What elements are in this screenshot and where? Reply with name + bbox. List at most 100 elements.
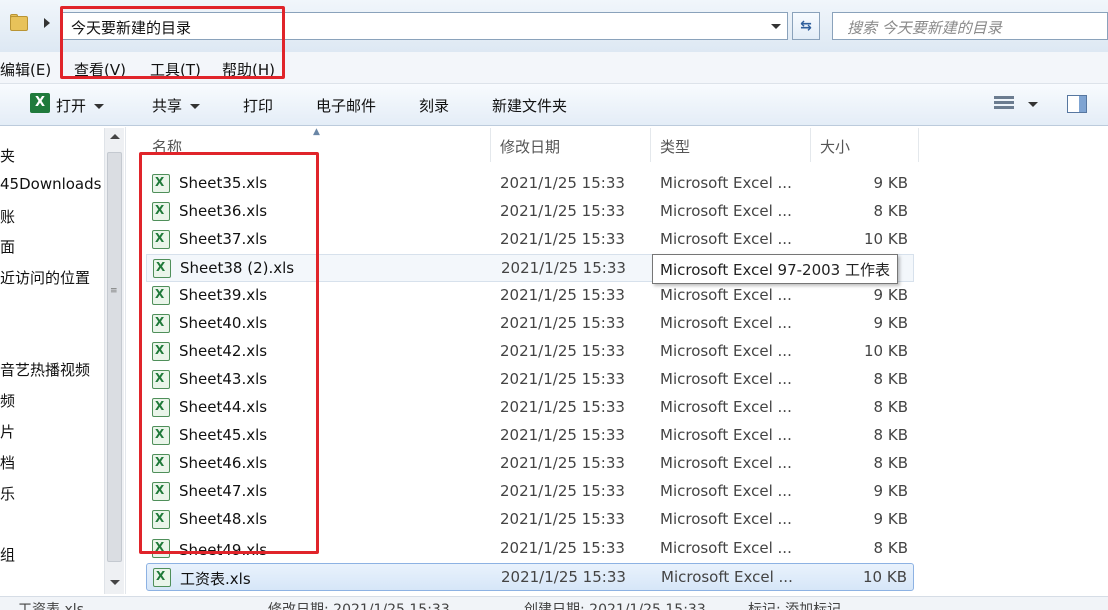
share-label: 共享: [152, 97, 183, 115]
column-header-type[interactable]: 类型: [660, 136, 690, 157]
chevron-down-icon: [94, 104, 105, 109]
annotation-box-address: [60, 6, 285, 79]
file-date: 2021/1/25 15:33: [501, 568, 626, 586]
nav-item[interactable]: 组: [0, 544, 15, 565]
view-options-icon[interactable]: [994, 96, 1014, 112]
file-size: 8 KB: [873, 202, 908, 220]
nav-item[interactable]: 片: [0, 421, 15, 442]
column-header-size[interactable]: 大小: [820, 136, 850, 157]
file-date: 2021/1/25 15:33: [500, 286, 625, 304]
file-size: 8 KB: [873, 454, 908, 472]
file-date: 2021/1/25 15:33: [501, 259, 626, 277]
file-type: Microsoft Excel ...: [660, 539, 792, 557]
command-toolbar: 打开 共享 打印 电子邮件 刻录 新建文件夹: [0, 84, 1108, 126]
column-divider[interactable]: [650, 128, 651, 162]
menu-edit[interactable]: 编辑(E): [0, 59, 51, 80]
nav-item[interactable]: 夹: [0, 145, 15, 166]
breadcrumb-arrow-icon[interactable]: [44, 18, 50, 28]
file-date: 2021/1/25 15:33: [500, 426, 625, 444]
scroll-grip-icon: ≡: [110, 286, 118, 296]
chevron-down-icon: [190, 104, 201, 109]
print-button[interactable]: 打印: [243, 95, 273, 116]
share-button[interactable]: 共享: [152, 95, 201, 116]
file-type: Microsoft Excel ...: [660, 202, 792, 220]
nav-item[interactable]: 45Downloads: [0, 175, 101, 193]
nav-item[interactable]: 频: [0, 390, 15, 411]
file-type-tooltip: Microsoft Excel 97-2003 工作表: [652, 254, 898, 284]
file-size: 9 KB: [873, 510, 908, 528]
details-pane: 工资表.xls 修改日期: 2021/1/25 15:33 创建日期: 2021…: [0, 596, 1108, 610]
file-size: 10 KB: [864, 342, 908, 360]
annotation-box-files: [139, 152, 319, 554]
nav-scrollbar[interactable]: ≡: [104, 128, 124, 594]
scroll-up-icon[interactable]: [110, 134, 120, 139]
nav-item[interactable]: 乐: [0, 483, 15, 504]
nav-item[interactable]: 档: [0, 452, 15, 473]
email-button[interactable]: 电子邮件: [316, 95, 376, 116]
search-placeholder: 搜索 今天要新建的目录: [847, 19, 1002, 37]
file-name: 工资表.xls: [180, 570, 251, 588]
nav-item[interactable]: 音艺热播视频: [0, 359, 90, 380]
file-type: Microsoft Excel ...: [660, 370, 792, 388]
scroll-thumb[interactable]: [107, 152, 122, 562]
open-button[interactable]: 打开: [56, 95, 105, 116]
file-date: 2021/1/25 15:33: [500, 342, 625, 360]
file-size: 10 KB: [863, 568, 907, 586]
nav-item[interactable]: 面: [0, 236, 15, 257]
file-date: 2021/1/25 15:33: [500, 202, 625, 220]
refresh-button[interactable]: ⇆: [792, 12, 820, 40]
nav-item[interactable]: 账: [0, 206, 15, 227]
file-size: 8 KB: [873, 426, 908, 444]
search-input[interactable]: 搜索 今天要新建的目录: [832, 12, 1108, 40]
file-date: 2021/1/25 15:33: [500, 539, 625, 557]
file-type: Microsoft Excel ...: [660, 314, 792, 332]
file-size: 8 KB: [873, 370, 908, 388]
file-type: Microsoft Excel ...: [660, 230, 792, 248]
file-type: Microsoft Excel ...: [661, 568, 793, 586]
column-divider[interactable]: [918, 128, 919, 162]
file-type: Microsoft Excel ...: [660, 398, 792, 416]
column-divider[interactable]: [810, 128, 811, 162]
folder-icon[interactable]: [10, 14, 32, 34]
file-size: 9 KB: [873, 286, 908, 304]
file-type: Microsoft Excel ...: [660, 286, 792, 304]
sort-ascending-icon: ▲: [313, 127, 320, 137]
view-dropdown-icon[interactable]: [1028, 102, 1038, 107]
file-size: 9 KB: [873, 174, 908, 192]
column-header-date[interactable]: 修改日期: [500, 136, 560, 157]
file-type: Microsoft Excel ...: [660, 426, 792, 444]
scroll-down-icon[interactable]: [110, 580, 120, 585]
address-dropdown-icon[interactable]: [771, 24, 781, 29]
excel-icon: X: [30, 93, 50, 113]
column-divider[interactable]: [490, 128, 491, 162]
preview-pane-icon[interactable]: [1067, 95, 1087, 113]
nav-item[interactable]: 近访问的位置: [0, 267, 90, 288]
new-folder-button[interactable]: 新建文件夹: [492, 95, 567, 116]
file-date: 2021/1/25 15:33: [500, 398, 625, 416]
file-date: 2021/1/25 15:33: [500, 454, 625, 472]
file-size: 9 KB: [873, 314, 908, 332]
file-date: 2021/1/25 15:33: [500, 482, 625, 500]
file-size: 8 KB: [873, 398, 908, 416]
burn-button[interactable]: 刻录: [419, 95, 449, 116]
file-date: 2021/1/25 15:33: [500, 370, 625, 388]
file-date: 2021/1/25 15:33: [500, 314, 625, 332]
file-type: Microsoft Excel ...: [660, 454, 792, 472]
file-row-selected[interactable]: 工资表.xls 2021/1/25 15:33 Microsoft Excel …: [146, 563, 914, 591]
file-type: Microsoft Excel ...: [660, 510, 792, 528]
file-size: 8 KB: [873, 539, 908, 557]
file-type: Microsoft Excel ...: [660, 342, 792, 360]
file-date: 2021/1/25 15:33: [500, 230, 625, 248]
status-created: 创建日期: 2021/1/25 15:33: [524, 602, 706, 610]
open-label: 打开: [56, 97, 87, 115]
file-date: 2021/1/25 15:33: [500, 510, 625, 528]
file-size: 10 KB: [864, 230, 908, 248]
file-size: 9 KB: [873, 482, 908, 500]
excel-file-icon: [153, 568, 171, 587]
file-date: 2021/1/25 15:33: [500, 174, 625, 192]
status-modified: 修改日期: 2021/1/25 15:33: [268, 602, 450, 610]
file-type: Microsoft Excel ...: [660, 482, 792, 500]
status-filename: 工资表.xls: [18, 602, 84, 610]
status-tags[interactable]: 标记: 添加标记: [748, 599, 841, 610]
file-type: Microsoft Excel ...: [660, 174, 792, 192]
